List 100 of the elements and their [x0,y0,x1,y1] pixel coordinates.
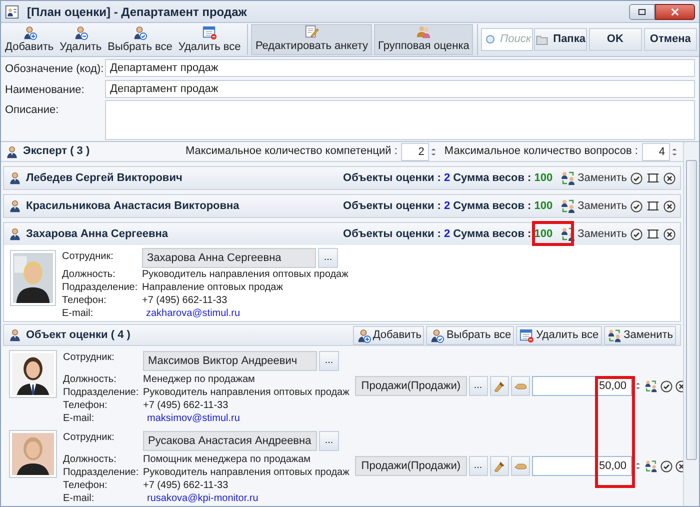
email-link[interactable]: zakharova@stimul.ru [146,306,240,322]
person-icon [429,328,444,343]
field-value: Менеджер по продажам [143,373,255,387]
objects-count: 2 [444,226,450,242]
scrollbar[interactable] [683,142,699,506]
window-title: [План оценки] - Департамент продаж [27,4,247,20]
toolbar-button[interactable]: Групповая оценка [374,24,474,55]
competency-button[interactable]: Продажи(Продажи) [355,456,467,476]
toolbar-button[interactable]: OK [588,28,642,51]
calendar-icon [519,328,534,343]
browse-button[interactable]: ... [319,351,339,371]
frame-icon[interactable] [646,199,660,214]
people-icon [416,24,432,39]
expert-row[interactable]: Захарова Анна Сергеевна Объекты оценки : 2 Сумма весов : 100 Заменить [4,223,680,246]
swap-people-icon[interactable] [644,459,658,473]
restore-button[interactable] [629,4,655,20]
field-value: Руководитель направления оптовых продаж [142,268,348,282]
field-label: Должность: [63,373,118,387]
replace-button[interactable]: Заменить [560,198,627,214]
replace-button[interactable]: Заменить [560,226,627,242]
check-icon[interactable] [660,380,673,392]
browse-button[interactable]: ... [318,248,338,268]
expert-name: Лебедев Сергей Викторович [26,170,182,186]
section-title: Эксперт ( 3 ) [23,144,90,160]
competency-button[interactable]: Продажи(Продажи) [355,376,467,396]
field-label: E-mail: [63,492,96,506]
frame-icon[interactable] [646,227,660,242]
toolbar-button[interactable]: Удалить все [175,24,244,55]
toolbar-button[interactable]: Папка [534,28,587,51]
check-icon[interactable] [660,460,673,472]
hand-button[interactable] [510,376,530,396]
close-icon [670,6,680,16]
close-icon[interactable] [663,228,676,241]
toolbar-button[interactable]: Добавить [2,24,57,55]
field-value: +7 (495) 662-11-33 [142,294,228,308]
field-label: Объекты оценки : [343,170,441,186]
close-icon[interactable] [663,200,676,213]
frame-icon[interactable] [646,171,660,186]
brush-button[interactable] [490,456,509,476]
employee-field[interactable]: Русакова Анастасия Андреевна [143,431,317,451]
number-field[interactable]: 4 [642,142,670,161]
person-icon [8,171,22,186]
toolbar-button[interactable]: Редактировать анкету [251,24,372,55]
employee-field[interactable]: Захарова Анна Сергеевна [142,248,316,268]
field-value: Помощник менеджера по продажам [143,453,311,467]
employee-field[interactable]: Максимов Виктор Андреевич [143,351,317,371]
check-icon[interactable] [630,200,643,213]
toolbar-button[interactable]: Удалить все [516,326,602,345]
hand-button[interactable] [510,456,530,476]
search-icon [485,34,498,46]
close-button[interactable] [655,4,695,20]
expert-name: Красильникова Анастасия Викторовна [26,198,240,214]
field-label: Сумма весов : [453,170,532,186]
weight-field[interactable]: 50,00 [532,456,632,476]
brush-button[interactable] [490,376,509,396]
swap-people-icon [560,170,576,186]
text-field[interactable]: Департамент продаж [105,59,695,77]
field-value: Руководитель направления оптовых продаж [143,466,350,480]
browse-button[interactable]: ... [468,376,488,396]
number-field[interactable]: 2 [401,142,430,161]
replace-button[interactable]: Заменить [560,170,627,186]
field-label: Должность: [62,268,116,282]
check-icon[interactable] [630,228,643,241]
browse-button[interactable]: ... [319,431,339,451]
field-label: Максимальное количество компетенций : [185,144,398,160]
toolbar-button[interactable]: Заменить [604,326,676,345]
toolbar-button[interactable]: Добавить [352,326,424,345]
toolbar-button[interactable]: Выбрать все [426,326,514,345]
field-label: Сотрудник: [62,250,114,264]
toolbar-button[interactable]: Выбрать все [104,24,176,55]
field-label: Телефон: [63,399,108,413]
weight-field[interactable]: 50,00 [532,376,632,396]
email-link[interactable]: maksimov@stimul.ru [147,411,240,426]
check-icon[interactable] [630,172,643,185]
person-icon [73,25,88,40]
search-field[interactable]: Поиск [481,28,534,51]
toolbar-button[interactable]: Удалить [56,24,105,55]
field-label: Телефон: [63,479,108,493]
browse-button[interactable]: ... [468,456,488,476]
person-icon [8,328,22,342]
field-label: Подразделение: [63,386,140,400]
field-label: Максимальное количество вопросов : [444,144,638,160]
field-label: E-mail: [63,412,96,426]
field-label: Сумма весов : [453,226,532,242]
edit-document-icon [304,24,320,39]
field-label: Объекты оценки : [343,198,441,214]
field-value: +7 (495) 662-11-33 [143,479,228,493]
swap-people-icon[interactable] [644,379,658,393]
text-field[interactable]: Департамент продаж [105,80,695,98]
description-field[interactable] [105,100,695,140]
highlight-frame [532,221,574,246]
toolbar-button[interactable]: Отмена [644,28,697,51]
weights-sum: 100 [534,170,553,186]
person-icon [8,199,22,214]
brush-icon [492,380,506,392]
field-label: Сумма весов : [453,198,532,214]
email-link[interactable]: rusakova@kpi-monitor.ru [147,491,258,506]
field-value: Направление оптовых продаж [142,281,283,296]
close-icon[interactable] [663,172,676,185]
brush-icon [492,460,506,472]
